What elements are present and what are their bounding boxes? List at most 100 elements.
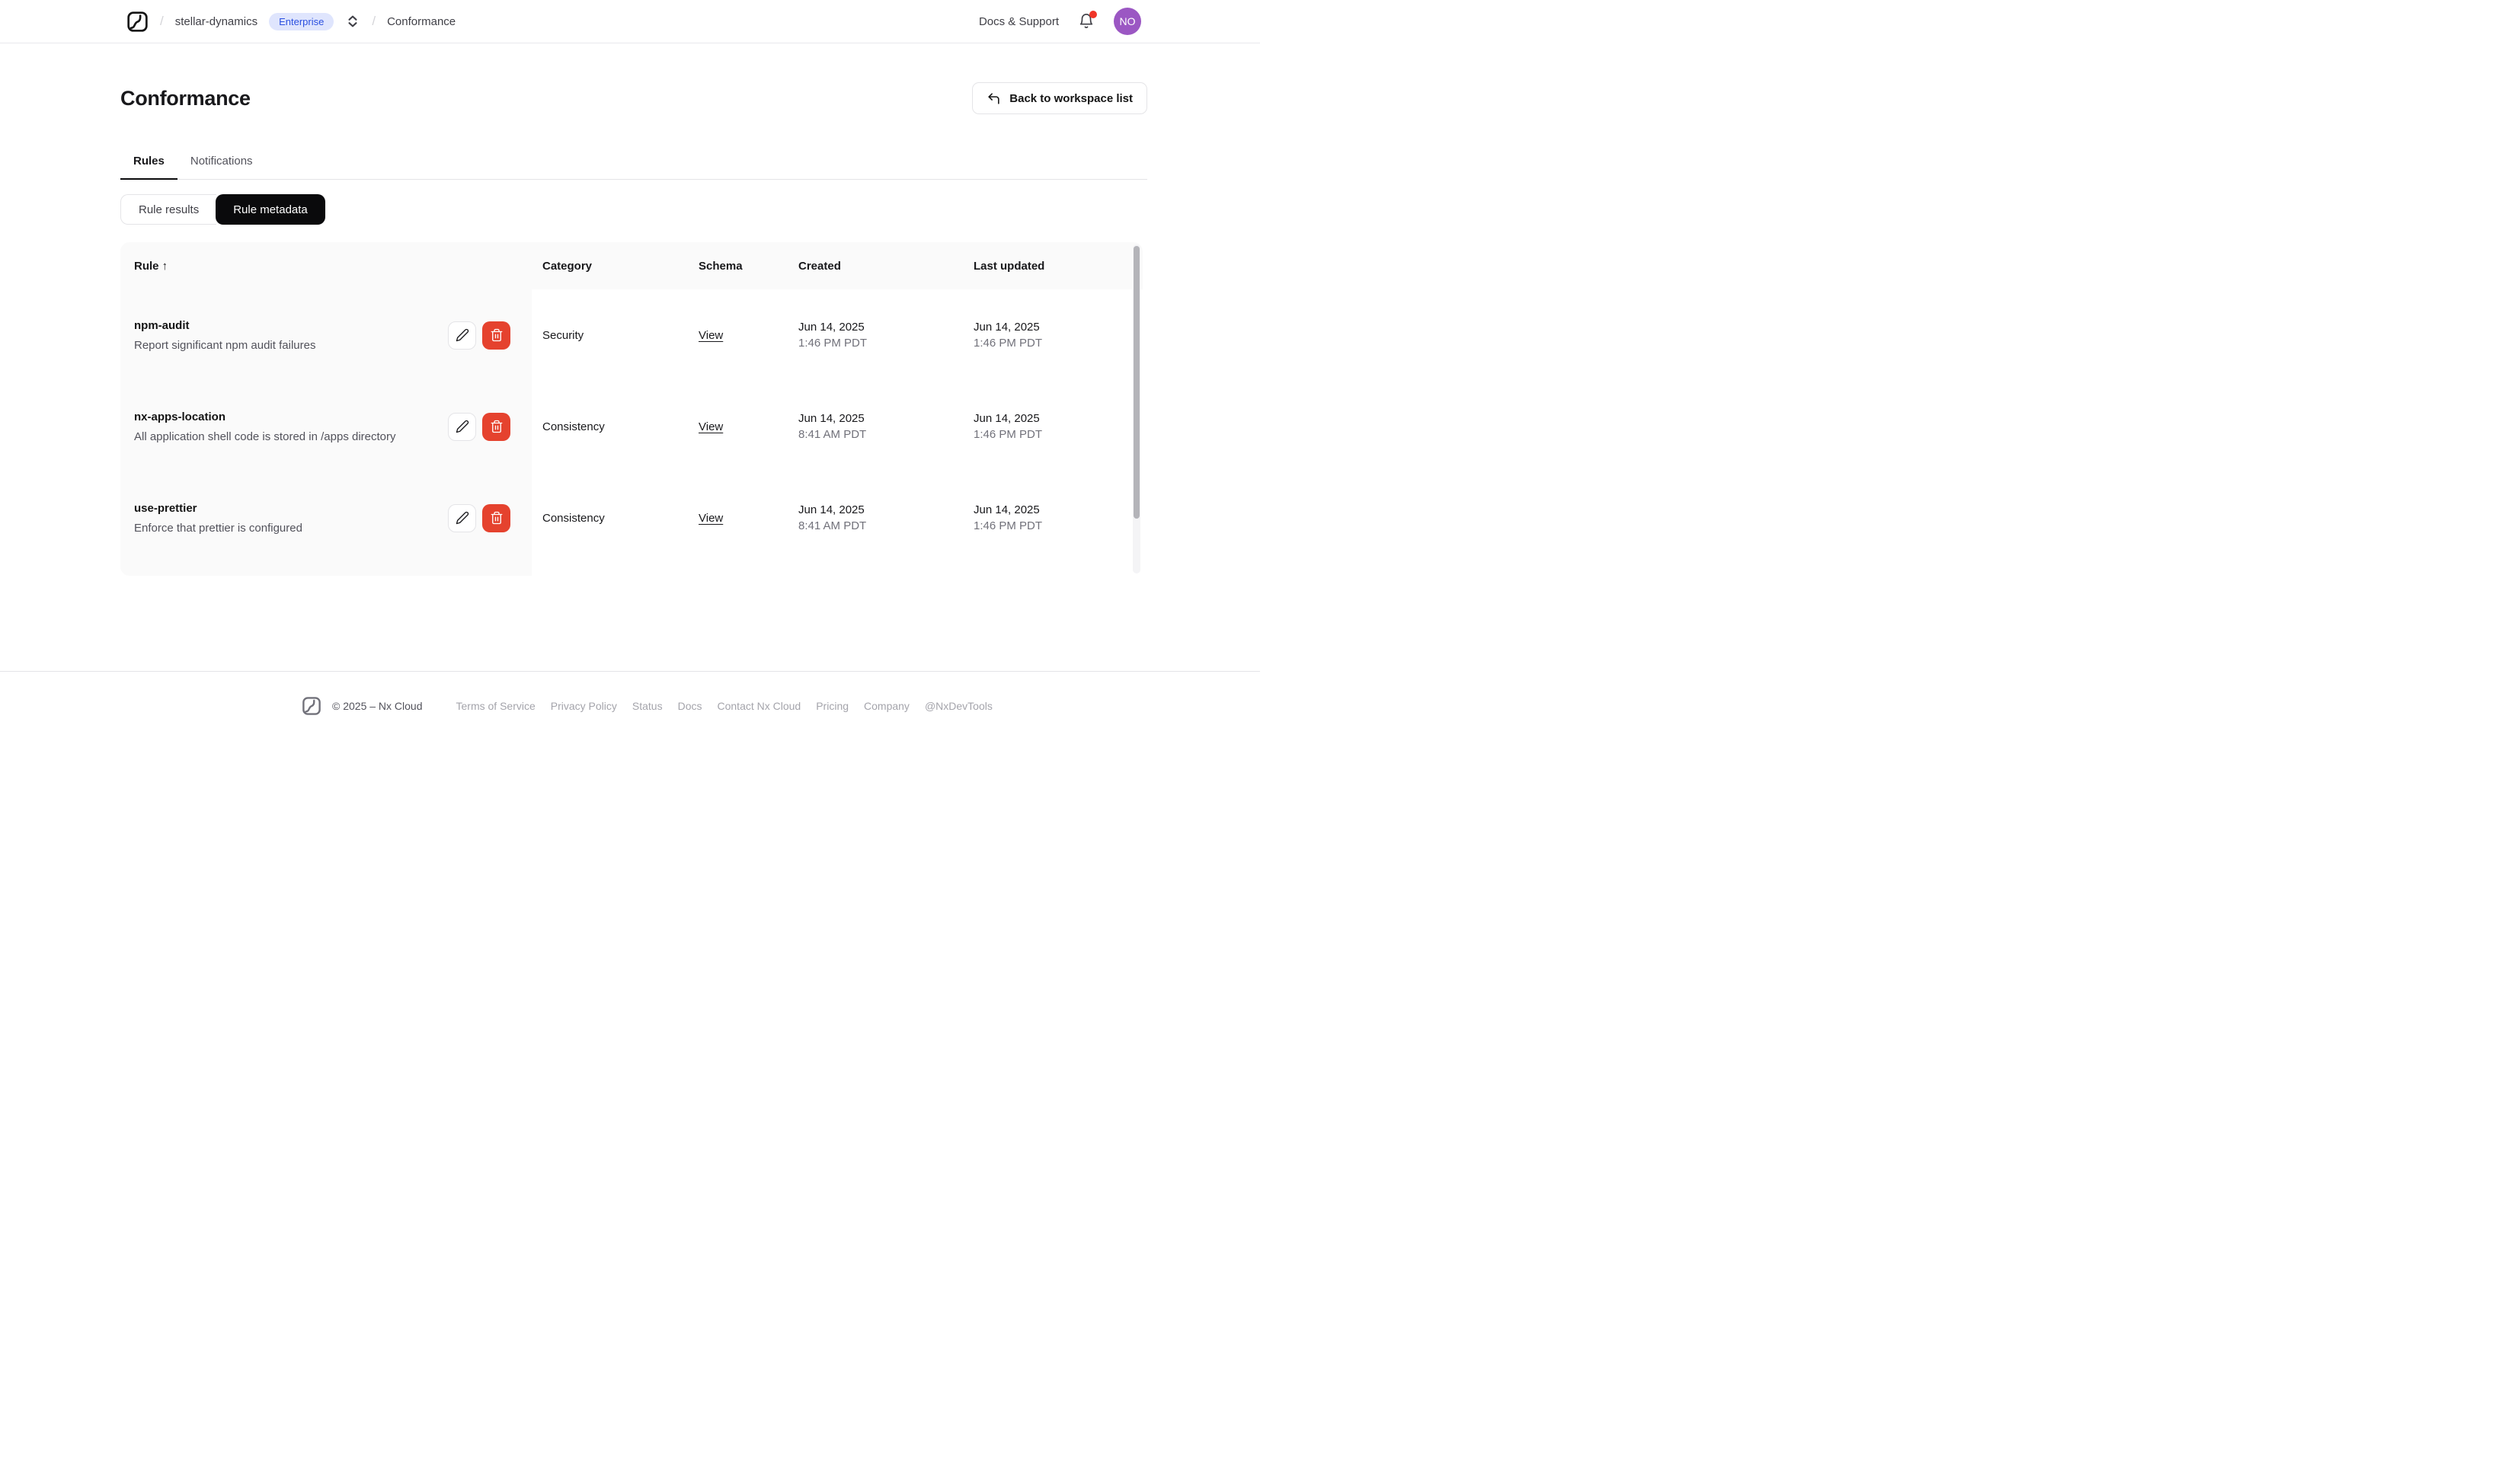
notifications-bell-button[interactable] [1078, 11, 1097, 30]
row-actions [448, 412, 510, 441]
column-header-category[interactable]: Category [532, 260, 688, 273]
updated-date: Jun 14, 2025 [974, 321, 1040, 334]
row-actions [448, 503, 510, 532]
pencil-icon [456, 511, 469, 525]
chevrons-up-down-icon [347, 14, 359, 28]
edit-rule-button[interactable] [448, 412, 476, 441]
table-bottom-spacer [120, 564, 1143, 576]
plan-badge: Enterprise [269, 12, 334, 30]
created-date: Jun 14, 2025 [798, 321, 865, 334]
tab-bar: Rules Notifications [120, 155, 1147, 180]
trash-icon [490, 328, 504, 342]
breadcrumb-separator: / [372, 14, 376, 28]
view-schema-link[interactable]: View [699, 420, 723, 433]
docs-support-link[interactable]: Docs & Support [979, 15, 1059, 28]
user-avatar[interactable]: NO [1114, 8, 1141, 35]
rule-description: Enforce that prettier is configured [134, 521, 302, 535]
footer-link-contact[interactable]: Contact Nx Cloud [718, 700, 801, 712]
footer-link-privacy[interactable]: Privacy Policy [551, 700, 617, 712]
sort-ascending-indicator: ↑ [161, 259, 168, 273]
category-cell: Consistency [542, 420, 605, 433]
tab-notifications[interactable]: Notifications [177, 155, 266, 180]
rule-name: use-prettier [134, 501, 197, 515]
corner-up-left-icon [987, 91, 1001, 106]
trash-icon [490, 420, 504, 433]
back-to-workspace-button[interactable]: Back to workspace list [972, 82, 1147, 114]
schema-cell: View [688, 289, 788, 381]
created-date: Jun 14, 2025 [798, 503, 865, 516]
rule-name: npm-audit [134, 318, 190, 332]
scrollbar-thumb[interactable] [1134, 246, 1140, 519]
workspace-switcher-button[interactable] [345, 13, 360, 30]
breadcrumb: / stellar-dynamics Enterprise / Conforma… [126, 11, 456, 33]
edit-rule-button[interactable] [448, 503, 476, 532]
last-updated-cell: Jun 14, 2025 1:46 PM PDT [963, 472, 1143, 564]
delete-rule-button[interactable] [482, 503, 510, 532]
category-cell: Consistency [542, 511, 605, 525]
rule-view-toggle: Rule results Rule metadata [120, 194, 1147, 225]
rules-table: Rule ↑ Category Schema Created Last updat… [120, 242, 1143, 576]
table-header-row: Rule ↑ Category Schema Created Last updat… [120, 242, 1143, 289]
updated-time: 1:46 PM PDT [974, 519, 1043, 532]
page-footer: © 2025 – Nx Cloud Terms of Service Priva… [0, 671, 1260, 740]
delete-rule-button[interactable] [482, 412, 510, 441]
rule-metadata-toggle[interactable]: Rule metadata [216, 194, 325, 225]
breadcrumb-workspace[interactable]: stellar-dynamics [175, 15, 257, 28]
back-button-label: Back to workspace list [1009, 91, 1133, 105]
copyright-text: © 2025 – Nx Cloud [332, 699, 423, 712]
table-row: npm-audit Report significant npm audit f… [120, 289, 1143, 381]
updated-date: Jun 14, 2025 [974, 503, 1040, 516]
footer-link-company[interactable]: Company [864, 700, 910, 712]
table-scrollbar[interactable] [1133, 244, 1140, 573]
edit-rule-button[interactable] [448, 321, 476, 350]
breadcrumb-page[interactable]: Conformance [387, 15, 456, 28]
rule-description: All application shell code is stored in … [134, 430, 396, 443]
footer-link-status[interactable]: Status [632, 700, 663, 712]
delete-rule-button[interactable] [482, 321, 510, 350]
rule-cell: use-prettier Enforce that prettier is co… [120, 472, 532, 564]
rule-results-toggle[interactable]: Rule results [120, 194, 217, 225]
view-schema-link[interactable]: View [699, 512, 723, 525]
footer-links: Terms of Service Privacy Policy Status D… [456, 700, 993, 712]
main-content: Conformance Back to workspace list Rules… [120, 81, 1147, 576]
schema-cell: View [688, 381, 788, 472]
rule-name: nx-apps-location [134, 410, 226, 423]
created-time: 1:46 PM PDT [798, 337, 868, 350]
schema-cell: View [688, 472, 788, 564]
pencil-icon [456, 420, 469, 433]
tab-rules[interactable]: Rules [120, 155, 177, 180]
trash-icon [490, 511, 504, 525]
column-header-schema[interactable]: Schema [688, 260, 788, 273]
footer-link-pricing[interactable]: Pricing [816, 700, 849, 712]
footer-link-nxdevtools[interactable]: @NxDevTools [925, 700, 993, 712]
column-header-created[interactable]: Created [788, 260, 963, 273]
created-cell: Jun 14, 2025 8:41 AM PDT [788, 381, 963, 472]
table-row: nx-apps-location All application shell c… [120, 381, 1143, 472]
last-updated-cell: Jun 14, 2025 1:46 PM PDT [963, 289, 1143, 381]
column-header-rule[interactable]: Rule ↑ [120, 260, 532, 273]
created-time: 8:41 AM PDT [798, 428, 867, 441]
footer-link-terms[interactable]: Terms of Service [456, 700, 536, 712]
updated-time: 1:46 PM PDT [974, 337, 1043, 350]
rule-cell: npm-audit Report significant npm audit f… [120, 289, 532, 381]
page-header: Conformance Back to workspace list [120, 81, 1147, 115]
nav-actions: Docs & Support NO [979, 8, 1141, 35]
updated-time: 1:46 PM PDT [974, 428, 1043, 441]
nx-logo-icon[interactable] [126, 11, 149, 33]
row-actions [448, 321, 510, 350]
rule-description: Report significant npm audit failures [134, 338, 316, 352]
category-cell: Security [542, 328, 584, 342]
updated-date: Jun 14, 2025 [974, 412, 1040, 425]
created-time: 8:41 AM PDT [798, 519, 867, 532]
notification-dot [1089, 11, 1097, 18]
table-row: use-prettier Enforce that prettier is co… [120, 472, 1143, 564]
last-updated-cell: Jun 14, 2025 1:46 PM PDT [963, 381, 1143, 472]
created-cell: Jun 14, 2025 1:46 PM PDT [788, 289, 963, 381]
view-schema-link[interactable]: View [699, 329, 723, 342]
breadcrumb-separator: / [160, 14, 164, 28]
footer-link-docs[interactable]: Docs [678, 700, 702, 712]
rule-cell: nx-apps-location All application shell c… [120, 381, 532, 472]
column-header-last-updated[interactable]: Last updated [963, 260, 1143, 273]
nx-footer-logo-icon [302, 696, 321, 716]
pencil-icon [456, 328, 469, 342]
